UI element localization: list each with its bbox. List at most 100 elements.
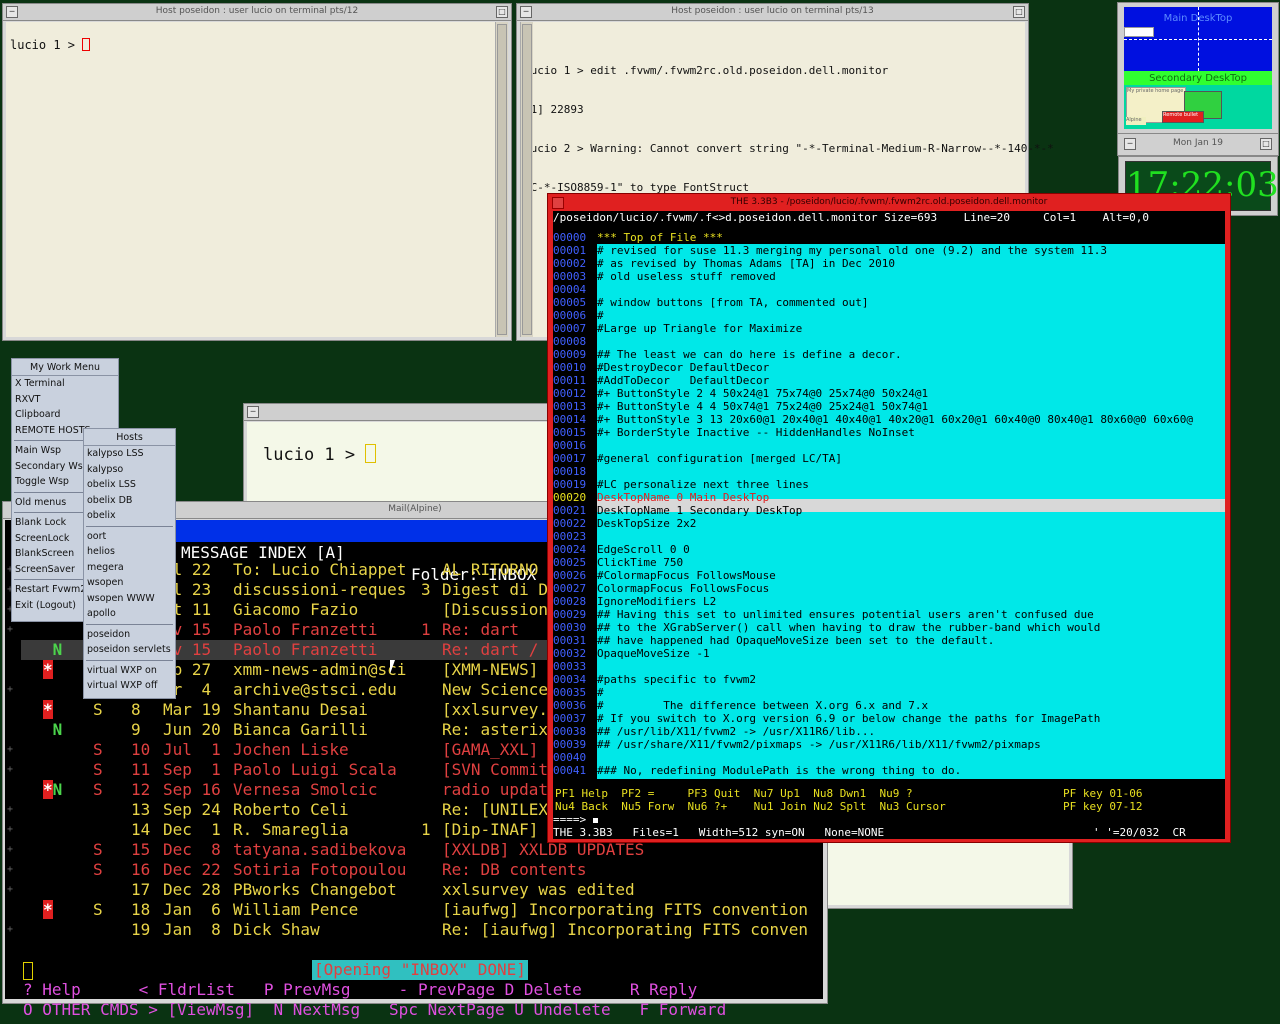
code-line[interactable]: #+ ButtonStyle 3 13 20x60@1 20x40@1 40x4… xyxy=(597,413,1193,426)
code-line[interactable]: # window buttons [from TA, commented out… xyxy=(597,296,869,309)
desk-secondary[interactable]: Secondary DeskTop My private home page R… xyxy=(1124,71,1272,129)
menu-item[interactable]: oort xyxy=(84,529,175,545)
message-subject: AL RITORNO xyxy=(442,560,539,579)
code-line[interactable]: ## The least we can do here is define a … xyxy=(597,348,902,361)
message-status: S xyxy=(93,740,103,759)
message-date: Dec 22 xyxy=(163,860,221,879)
code-line[interactable]: ColormapFocus FollowsFocus xyxy=(597,582,769,595)
code-line[interactable]: #paths specific to fvwm2 xyxy=(597,673,756,686)
titlebar[interactable]: ─ Host poseidon : user lucio on terminal… xyxy=(3,4,511,21)
menu-item[interactable]: kalypso xyxy=(84,462,175,478)
code-line[interactable]: #+ ButtonStyle 2 4 50x24@1 75x74@0 25x74… xyxy=(597,387,928,400)
menu-item[interactable]: megera xyxy=(84,560,175,576)
the-editor-window[interactable]: THE 3.3B3 - /poseidon/lucio/.fvwm/.fvwm2… xyxy=(547,193,1231,843)
menu-item[interactable]: obelix LSS xyxy=(84,477,175,493)
line-number: 00026 xyxy=(553,569,587,582)
message-flag: *N xyxy=(43,780,63,799)
code-line[interactable]: #DestroyDecor DefaultDecor xyxy=(597,361,769,374)
code-line[interactable]: # xyxy=(597,309,604,322)
line-number: 00032 xyxy=(553,647,587,660)
code-line[interactable]: DeskTopName 1 Secondary DeskTop xyxy=(597,504,802,517)
code-line[interactable]: DeskTopName 0 Main DeskTop xyxy=(597,491,769,504)
message-flag: * xyxy=(43,900,53,919)
menu-item[interactable]: virtual WXP on xyxy=(84,663,175,679)
status-message: [Opening "INBOX" DONE] xyxy=(312,960,528,980)
line-number: 00020 xyxy=(553,491,587,504)
code-line[interactable]: #ColormapFocus FollowsMouse xyxy=(597,569,776,582)
status-text: THE 3.3B3 Files=1 Width=512 syn=ON None=… xyxy=(553,826,885,839)
menu-item[interactable]: X Terminal xyxy=(12,376,118,392)
status-bar: THE 3.3B3 Files=1 Width=512 syn=ON None=… xyxy=(553,826,1225,839)
hosts-menu[interactable]: Hosts kalypso LSS kalypso obelix LSS obelix… xyxy=(83,428,176,699)
message-row[interactable]: 17 Dec 28 PBworks Changebot xxlsurvey was e… xyxy=(21,880,823,900)
code-line[interactable]: OpaqueMoveSize -1 xyxy=(597,647,710,660)
menu-item[interactable]: virtual WXP off xyxy=(84,678,175,694)
scrollbar[interactable] xyxy=(495,22,508,337)
xterm-window-pts12[interactable]: ─ Host poseidon : user lucio on terminal… xyxy=(2,3,512,341)
window-menu-button[interactable] xyxy=(552,197,564,209)
menu-item[interactable]: obelix xyxy=(84,508,175,524)
menu-item[interactable]: poseidon servlets xyxy=(84,642,175,658)
code-line[interactable]: #+ BorderStyle Inactive -- HiddenHandles… xyxy=(597,426,915,439)
code-line[interactable]: DeskTopSize 2x2 xyxy=(597,517,696,530)
mouse-pointer-icon xyxy=(390,660,400,674)
menu-item[interactable]: wsopen WWW xyxy=(84,591,175,607)
code-line[interactable]: ## Having this set to unlimited ensures … xyxy=(597,608,1094,621)
code-line[interactable]: # old useless stuff removed xyxy=(597,270,776,283)
shell-prompt: lucio 1 > xyxy=(263,445,366,465)
menu-item[interactable]: obelix DB xyxy=(84,493,175,509)
code-line[interactable]: ### No, redefining ModulePath is the wro… xyxy=(597,764,961,777)
line-number: 00005 xyxy=(553,296,587,309)
top-of-file-marker[interactable]: *** Top of File *** xyxy=(597,231,1225,244)
fvwm-pager[interactable]: Main DeskTop Secondary DeskTop My privat… xyxy=(1117,2,1279,156)
menu-item[interactable]: helios xyxy=(84,544,175,560)
scrollbar[interactable] xyxy=(520,22,533,337)
message-date: Jul 1 xyxy=(163,740,221,759)
window-title: Host poseidon : user lucio on terminal p… xyxy=(155,6,359,16)
message-row[interactable]: S 16 Dec 22 Sotiria Fotopoulou Re: DB conten… xyxy=(21,860,823,880)
code-line[interactable]: ## to the XGrabServer() call when having… xyxy=(597,621,1100,634)
the-screen[interactable]: /poseidon/lucio/.fvwm/.f<>d.poseidon.del… xyxy=(553,211,1225,839)
code-line[interactable]: #+ ButtonStyle 4 4 50x74@1 75x24@0 25x24… xyxy=(597,400,928,413)
titlebar[interactable]: ─ Host poseidon : user lucio on terminal… xyxy=(517,4,1028,21)
message-row[interactable]: 19 Jan 8 Dick Shaw Re: [iaufwg] Incorporati… xyxy=(21,920,823,940)
line-number: 00001 xyxy=(553,244,587,257)
maximize-button[interactable]: □ xyxy=(1013,6,1025,18)
line-number: 00030 xyxy=(553,621,587,634)
terminal-area[interactable]: lucio 1 > xyxy=(6,22,508,337)
menu-item[interactable]: RXVT xyxy=(12,392,118,408)
code-line[interactable]: # The difference between X.org 6.x and 7… xyxy=(597,699,928,712)
message-row[interactable]: * S 18 Jan 6 William Pence [iaufwg] Incorpora… xyxy=(21,900,823,920)
code-line[interactable]: #general configuration [merged LC/TA] xyxy=(597,452,842,465)
titlebar[interactable]: THE 3.3B3 - /poseidon/lucio/.fvwm/.fvwm2… xyxy=(548,194,1230,211)
line-number: 00041 xyxy=(553,764,587,777)
code-line[interactable]: # as revised by Thomas Adams [TA] in Dec… xyxy=(597,257,895,270)
message-number: 16 xyxy=(131,860,151,879)
desk-main[interactable]: Main DeskTop xyxy=(1124,7,1272,71)
menu-item[interactable]: apollo xyxy=(84,606,175,622)
pf-keys-2-right: PF key 07-12 xyxy=(1063,800,1143,813)
menu-item[interactable]: poseidon xyxy=(84,627,175,643)
code-line[interactable]: ## /usr/lib/X11/fvwm2 -> /usr/X11R6/lib.… xyxy=(597,725,875,738)
code-line[interactable]: #AddToDecor DefaultDecor xyxy=(597,374,769,387)
menu-item[interactable]: wsopen xyxy=(84,575,175,591)
code-line[interactable]: # revised for suse 11.3 merging my perso… xyxy=(597,244,1107,257)
code-line[interactable]: ClickTime 750 xyxy=(597,556,683,569)
code-line[interactable]: # If you switch to X.org version 6.9 or … xyxy=(597,712,1100,725)
command-line[interactable]: ====> xyxy=(553,813,598,826)
message-row[interactable]: S 15 Dec 8 tatyana.sadibekova [XXLDB] XXLDB … xyxy=(21,840,823,860)
message-date: Jan 8 xyxy=(163,920,221,939)
menu-item[interactable]: Clipboard xyxy=(12,407,118,423)
line-number: 00010 xyxy=(553,361,587,374)
code-line[interactable]: #LC personalize next three lines xyxy=(597,478,809,491)
menu-item[interactable]: kalypso LSS xyxy=(84,446,175,462)
menu-separator xyxy=(86,525,173,527)
code-line[interactable]: # xyxy=(597,686,604,699)
maximize-button[interactable]: □ xyxy=(496,6,508,18)
code-line[interactable]: #Large up Triangle for Maximize xyxy=(597,322,802,335)
window-menu-button[interactable]: ─ xyxy=(247,406,259,418)
code-line[interactable]: ## /usr/share/X11/fvwm2/pixmaps -> /usr/… xyxy=(597,738,1041,751)
code-line[interactable]: ## have happened had OpaqueMoveSize been… xyxy=(597,634,994,647)
code-line[interactable]: IgnoreModifiers L2 xyxy=(597,595,716,608)
code-line[interactable]: EdgeScroll 0 0 xyxy=(597,543,690,556)
